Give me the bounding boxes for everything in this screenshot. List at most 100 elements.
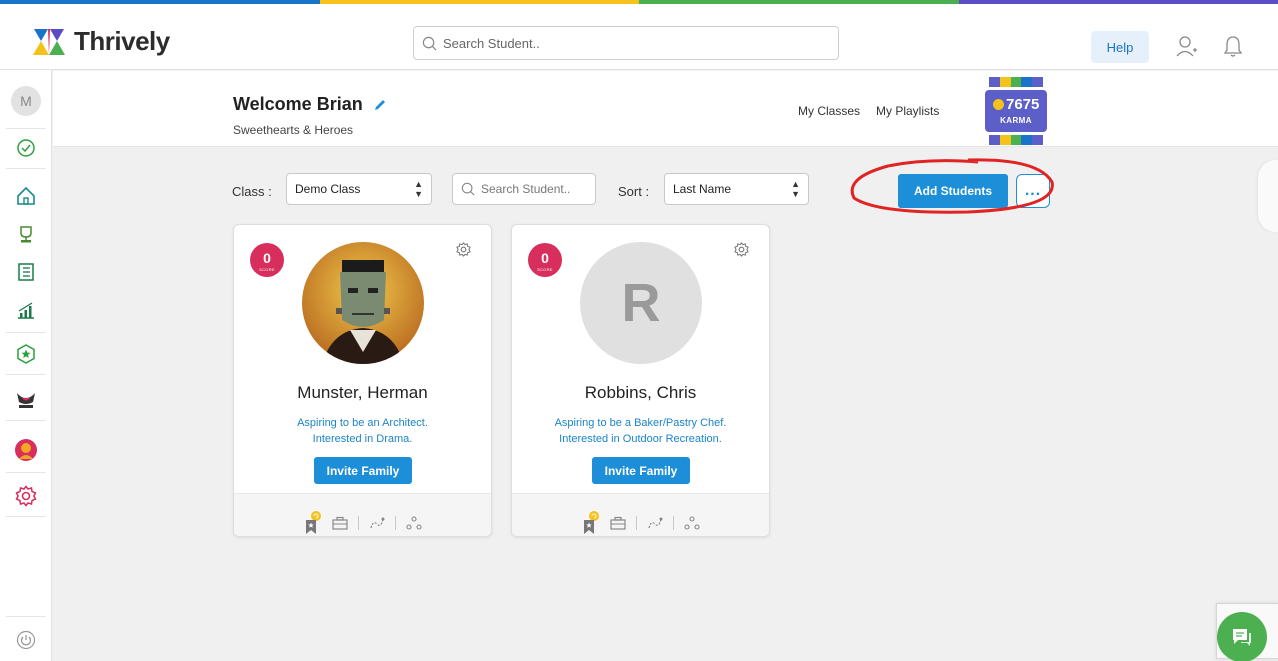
card-settings-icon[interactable]: [734, 242, 749, 257]
chat-widget-button[interactable]: [1217, 612, 1267, 661]
sidebar-item-heroes[interactable]: [14, 388, 38, 412]
sidebar-divider: [6, 516, 46, 517]
karma-stripe-top: [989, 77, 1043, 87]
left-sidebar: M: [0, 70, 52, 661]
edit-pencil-icon[interactable]: [373, 98, 387, 112]
welcome-band: Welcome Brian Sweethearts & Heroes My Cl…: [53, 71, 1278, 147]
side-panel-handle[interactable]: [1258, 160, 1278, 232]
growth-chart-icon: [18, 302, 34, 319]
sidebar-item-trophy[interactable]: [14, 222, 38, 246]
star-badge-icon: [17, 344, 35, 364]
my-playlists-link[interactable]: My Playlists: [876, 104, 939, 118]
search-icon: [461, 182, 475, 196]
welcome-text: Welcome Brian: [233, 94, 363, 114]
sidebar-divider: [6, 128, 46, 129]
sidebar-item-journal[interactable]: [14, 260, 38, 284]
school-name: Sweethearts & Heroes: [233, 123, 354, 137]
card-footer-icons: [304, 510, 422, 536]
footer-divider: [636, 516, 637, 530]
bookmark-star-icon[interactable]: [304, 510, 322, 536]
sidebar-item-settings[interactable]: [14, 484, 38, 508]
add-students-button[interactable]: Add Students: [898, 174, 1008, 208]
karma-value-wrap: 7675: [993, 96, 1039, 113]
student-card[interactable]: 0 SCORE Munster, Herman Aspiring to be a…: [233, 224, 492, 537]
welcome-heading: Welcome Brian: [233, 94, 387, 115]
more-options-button[interactable]: ...: [1016, 174, 1050, 208]
invite-family-button[interactable]: Invite Family: [314, 457, 412, 484]
home-icon: [17, 186, 35, 205]
sidebar-item-growth[interactable]: [14, 298, 38, 322]
network-icon[interactable]: [684, 516, 700, 530]
settings-icon: [15, 485, 37, 507]
student-search[interactable]: [452, 173, 596, 205]
sidebar-item-logout[interactable]: [14, 628, 38, 652]
karma-badge[interactable]: 7675 KARMA: [985, 75, 1047, 147]
score-value: 0: [541, 250, 549, 266]
sidebar-divider: [6, 420, 46, 421]
class-select-value: Demo Class: [295, 182, 361, 196]
interest-text: Interested in Drama.: [312, 433, 413, 445]
search-icon: [422, 36, 437, 50]
sidebar-item-hero-character[interactable]: [14, 438, 38, 462]
footer-divider: [358, 516, 359, 530]
pathway-icon[interactable]: [369, 516, 385, 530]
student-search-input[interactable]: [481, 182, 586, 196]
karma-box: 7675 KARMA: [985, 90, 1047, 132]
class-label: Class :: [232, 184, 272, 199]
karma-label: KARMA: [1000, 116, 1032, 125]
aspiration-text: Aspiring to be an Architect.: [297, 417, 428, 429]
header-search-input[interactable]: [443, 35, 823, 51]
student-aspiration: Aspiring to be an Architect. Interested …: [234, 415, 491, 447]
select-arrows-icon: ▲ ▼: [414, 179, 423, 199]
sidebar-item-home[interactable]: [14, 184, 38, 208]
network-icon[interactable]: [406, 516, 422, 530]
invite-family-button[interactable]: Invite Family: [592, 457, 690, 484]
briefcase-icon[interactable]: [610, 516, 626, 530]
help-button[interactable]: Help: [1091, 31, 1149, 63]
student-aspiration: Aspiring to be a Baker/Pastry Chef. Inte…: [512, 415, 769, 447]
header-search[interactable]: [413, 26, 839, 60]
pathway-icon[interactable]: [647, 516, 663, 530]
class-select[interactable]: Demo Class ▲ ▼: [286, 173, 432, 205]
sort-select-value: Last Name: [673, 182, 732, 196]
hero-character-icon: [15, 439, 37, 461]
student-photo: [302, 242, 424, 364]
card-settings-icon[interactable]: [456, 242, 471, 257]
score-label: SCORE: [537, 267, 553, 272]
karma-value: 7675: [1006, 96, 1040, 113]
sidebar-divider: [6, 616, 46, 617]
user-avatar[interactable]: M: [11, 86, 41, 116]
aspiration-text: Aspiring to be a Baker/Pastry Chef.: [554, 417, 727, 429]
score-badge: 0 SCORE: [528, 243, 562, 277]
power-icon: [16, 630, 36, 650]
student-name[interactable]: Munster, Herman: [234, 383, 491, 403]
footer-divider: [395, 516, 396, 530]
student-name[interactable]: Robbins, Chris: [512, 383, 769, 403]
sidebar-item-check[interactable]: [14, 136, 38, 160]
sidebar-divider: [6, 374, 46, 375]
bookmark-star-icon[interactable]: [582, 510, 600, 536]
sidebar-divider: [6, 472, 46, 473]
score-label: SCORE: [259, 267, 275, 272]
sidebar-divider: [6, 168, 46, 169]
card-footer: [512, 493, 769, 536]
bell-icon[interactable]: [1222, 34, 1244, 58]
student-card[interactable]: 0 SCORE R Robbins, Chris Aspiring to be …: [511, 224, 770, 537]
journal-icon: [18, 263, 34, 281]
card-footer: [234, 493, 491, 536]
karma-stripe-bottom: [989, 135, 1043, 145]
thrively-logo[interactable]: Thrively: [32, 26, 170, 57]
sort-label: Sort :: [618, 184, 650, 199]
card-footer-icons: [582, 510, 700, 536]
add-user-icon[interactable]: [1176, 34, 1198, 58]
interest-text: Interested in Outdoor Recreation.: [559, 433, 722, 445]
student-initial-avatar: R: [580, 242, 702, 364]
select-arrows-icon: ▲ ▼: [791, 179, 800, 199]
sidebar-item-star-badge[interactable]: [14, 342, 38, 366]
my-classes-link[interactable]: My Classes: [798, 104, 860, 118]
thrively-logo-icon: [33, 28, 65, 55]
top-header: Thrively Help: [0, 4, 1278, 70]
heroes-icon: [17, 393, 35, 408]
sort-select[interactable]: Last Name ▲ ▼: [664, 173, 809, 205]
briefcase-icon[interactable]: [332, 516, 348, 530]
